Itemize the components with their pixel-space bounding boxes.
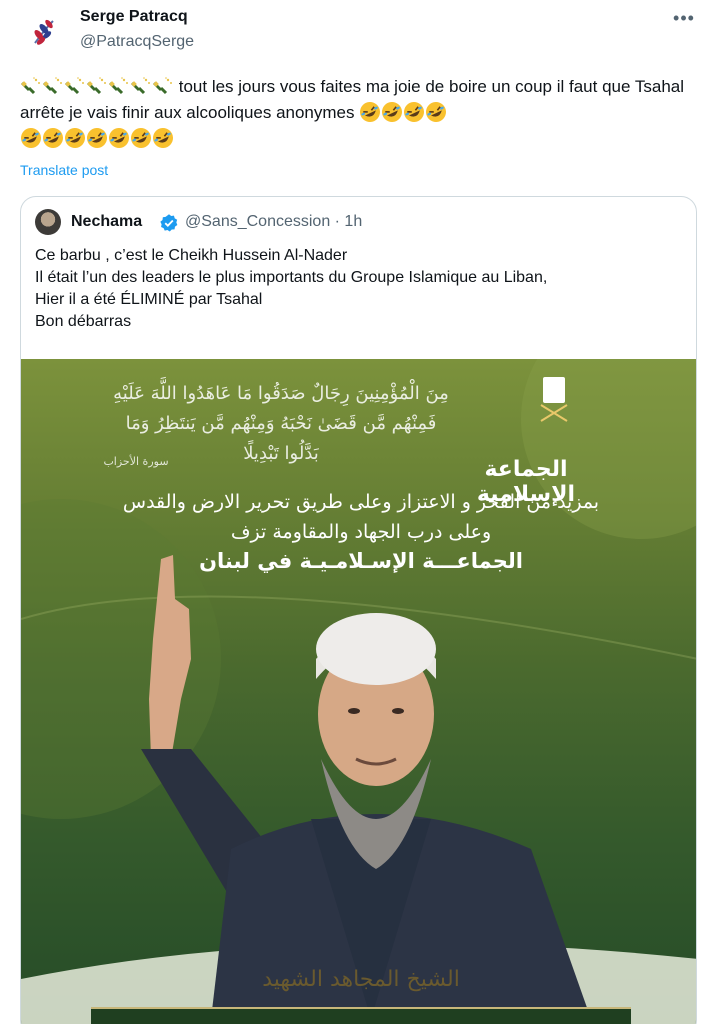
champagne-emoji-group [20,77,174,96]
champagne-bottle-icon [65,77,84,95]
translate-post-link[interactable]: Translate post [20,162,108,178]
author-name[interactable]: Serge Patracq [80,8,188,26]
announcement-line-1: بمزيد من الفخر و الاعتزاز وعلى طريق تحري… [122,491,600,513]
rofl-emoji-icon [43,128,63,148]
quoted-line: Bon débarras [35,313,132,330]
rofl-emoji-icon [360,102,381,122]
rofl-emoji-icon [131,128,151,148]
quoted-line: Hier il a été ÉLIMINÉ par Tsahal [35,291,263,308]
portrait-title: الشيخ المجاهد الشهيد [262,967,460,992]
rofl-emoji-icon [21,128,41,148]
champagne-bottle-icon [87,77,106,95]
quoted-line: Ce barbu , c’est le Cheikh Hussein Al-Na… [35,247,348,264]
author-avatar[interactable] [20,8,68,56]
tweet: Serge Patracq @PatracqSerge ••• tout les… [0,0,714,1024]
rofl-emoji-group-2 [20,128,174,148]
champagne-bottle-icon [109,77,128,95]
quoted-media-image[interactable]: مِنَ الْمُؤْمِنِينَ رِجَالٌ صَدَقُوا مَا… [21,359,696,1024]
islamic-group-emblem [518,377,591,452]
rofl-emoji-icon [404,102,425,122]
champagne-bottle-icon [131,77,150,95]
quoted-handle-time: @Sans_Concession · 1h [185,213,363,230]
more-options-button[interactable]: ••• [670,4,698,32]
rofl-emoji-icon [109,128,129,148]
verified-badge-icon [160,214,178,232]
quoted-author-name: Nechama [71,213,143,230]
champagne-bottle-icon [43,77,62,95]
quoted-line: Il était l’un des leaders le plus import… [35,269,548,286]
rofl-emoji-group [359,102,447,122]
quoted-author-avatar [35,209,61,235]
olive-branch-icon [34,19,54,45]
name-banner [91,1007,631,1024]
rofl-emoji-icon [153,128,173,148]
quoted-tweet[interactable]: Nechama @Sans_Concession · 1h Ce barbu ,… [20,196,697,1024]
sura-label: سورة الأحزاب [103,455,169,468]
tweet-text: tout les jours vous faites ma joie de bo… [20,74,696,152]
champagne-bottle-icon [153,77,172,95]
rofl-emoji-icon [87,128,107,148]
rofl-emoji-icon [65,128,85,148]
quoted-text: Ce barbu , c’est le Cheikh Hussein Al-Na… [35,245,685,333]
author-handle[interactable]: @PatracqSerge [80,33,194,51]
champagne-bottle-icon [21,77,40,95]
rofl-emoji-icon [426,102,447,122]
rofl-emoji-icon [382,102,403,122]
sheikh-portrait [141,555,591,1019]
